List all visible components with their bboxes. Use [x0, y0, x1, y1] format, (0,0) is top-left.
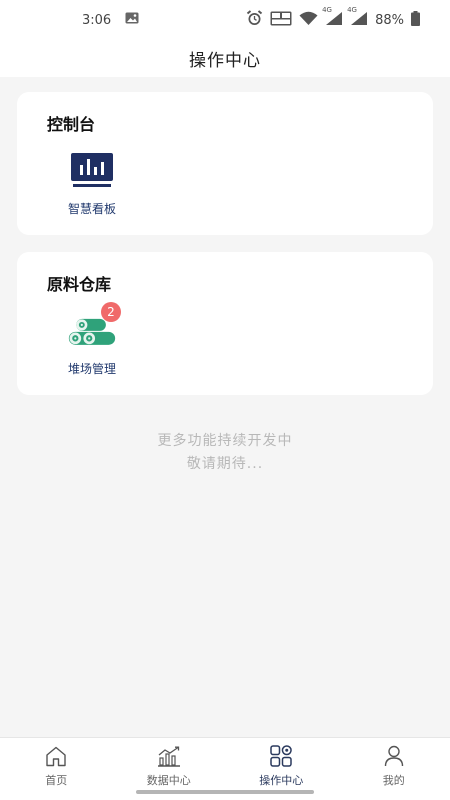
dashboard-monitor-icon — [67, 148, 117, 192]
feature-label: 堆场管理 — [67, 362, 116, 376]
image-notification-icon — [125, 12, 139, 28]
nav-label: 我的 — [382, 774, 405, 787]
grid-apps-icon — [268, 744, 294, 768]
section-card-console: 控制台 智慧看板 — [17, 92, 433, 235]
network-type-1: 4G — [322, 5, 332, 14]
feature-label: 智慧看板 — [67, 202, 116, 216]
feature-smart-dashboard[interactable]: 智慧看板 — [47, 148, 137, 228]
wifi-icon — [299, 11, 318, 30]
battery-percent: 88% — [375, 12, 404, 28]
status-right: 4G 4G 88% — [246, 6, 420, 30]
nav-label: 首页 — [45, 774, 68, 787]
alarm-icon — [246, 10, 263, 30]
status-time: 3:06 — [82, 12, 112, 28]
section-title: 原料仓库 — [47, 275, 112, 294]
user-icon — [381, 744, 407, 768]
stay-tuned-notice: 敬请期待... — [186, 456, 264, 472]
section-title: 控制台 — [47, 115, 96, 134]
nav-label: 操作中心 — [259, 774, 304, 787]
signal-icon-2: 4G — [347, 6, 368, 30]
home-icon — [43, 744, 69, 768]
more-features-notice: 更多功能持续开发中 — [157, 433, 293, 449]
status-bar: 3:06 4G 4G 88% — [0, 0, 450, 40]
notification-badge: 2 — [101, 302, 121, 322]
status-left: 3:06 — [82, 12, 139, 28]
nav-label: 数据中心 — [146, 774, 191, 787]
log-pile-icon: 2 — [67, 302, 121, 352]
volte-icon — [270, 11, 292, 30]
header: 操作中心 — [0, 40, 450, 77]
page-title: 操作中心 — [189, 51, 261, 71]
feature-yard-management[interactable]: 2 堆场管理 — [47, 302, 137, 388]
home-indicator-bar[interactable] — [136, 790, 314, 794]
network-type-2: 4G — [347, 5, 357, 14]
section-card-raw-material-warehouse: 原料仓库 2 堆场管理 — [17, 252, 433, 395]
signal-icon-1: 4G — [322, 6, 343, 30]
chart-icon — [156, 744, 182, 768]
battery-icon — [411, 10, 420, 30]
nav-mine[interactable]: 我的 — [338, 738, 450, 800]
nav-home[interactable]: 首页 — [0, 738, 113, 800]
screen: 3:06 4G 4G 88% 操作中心 控制台 智慧看板 原料仓库 2 堆场管理… — [0, 0, 450, 800]
